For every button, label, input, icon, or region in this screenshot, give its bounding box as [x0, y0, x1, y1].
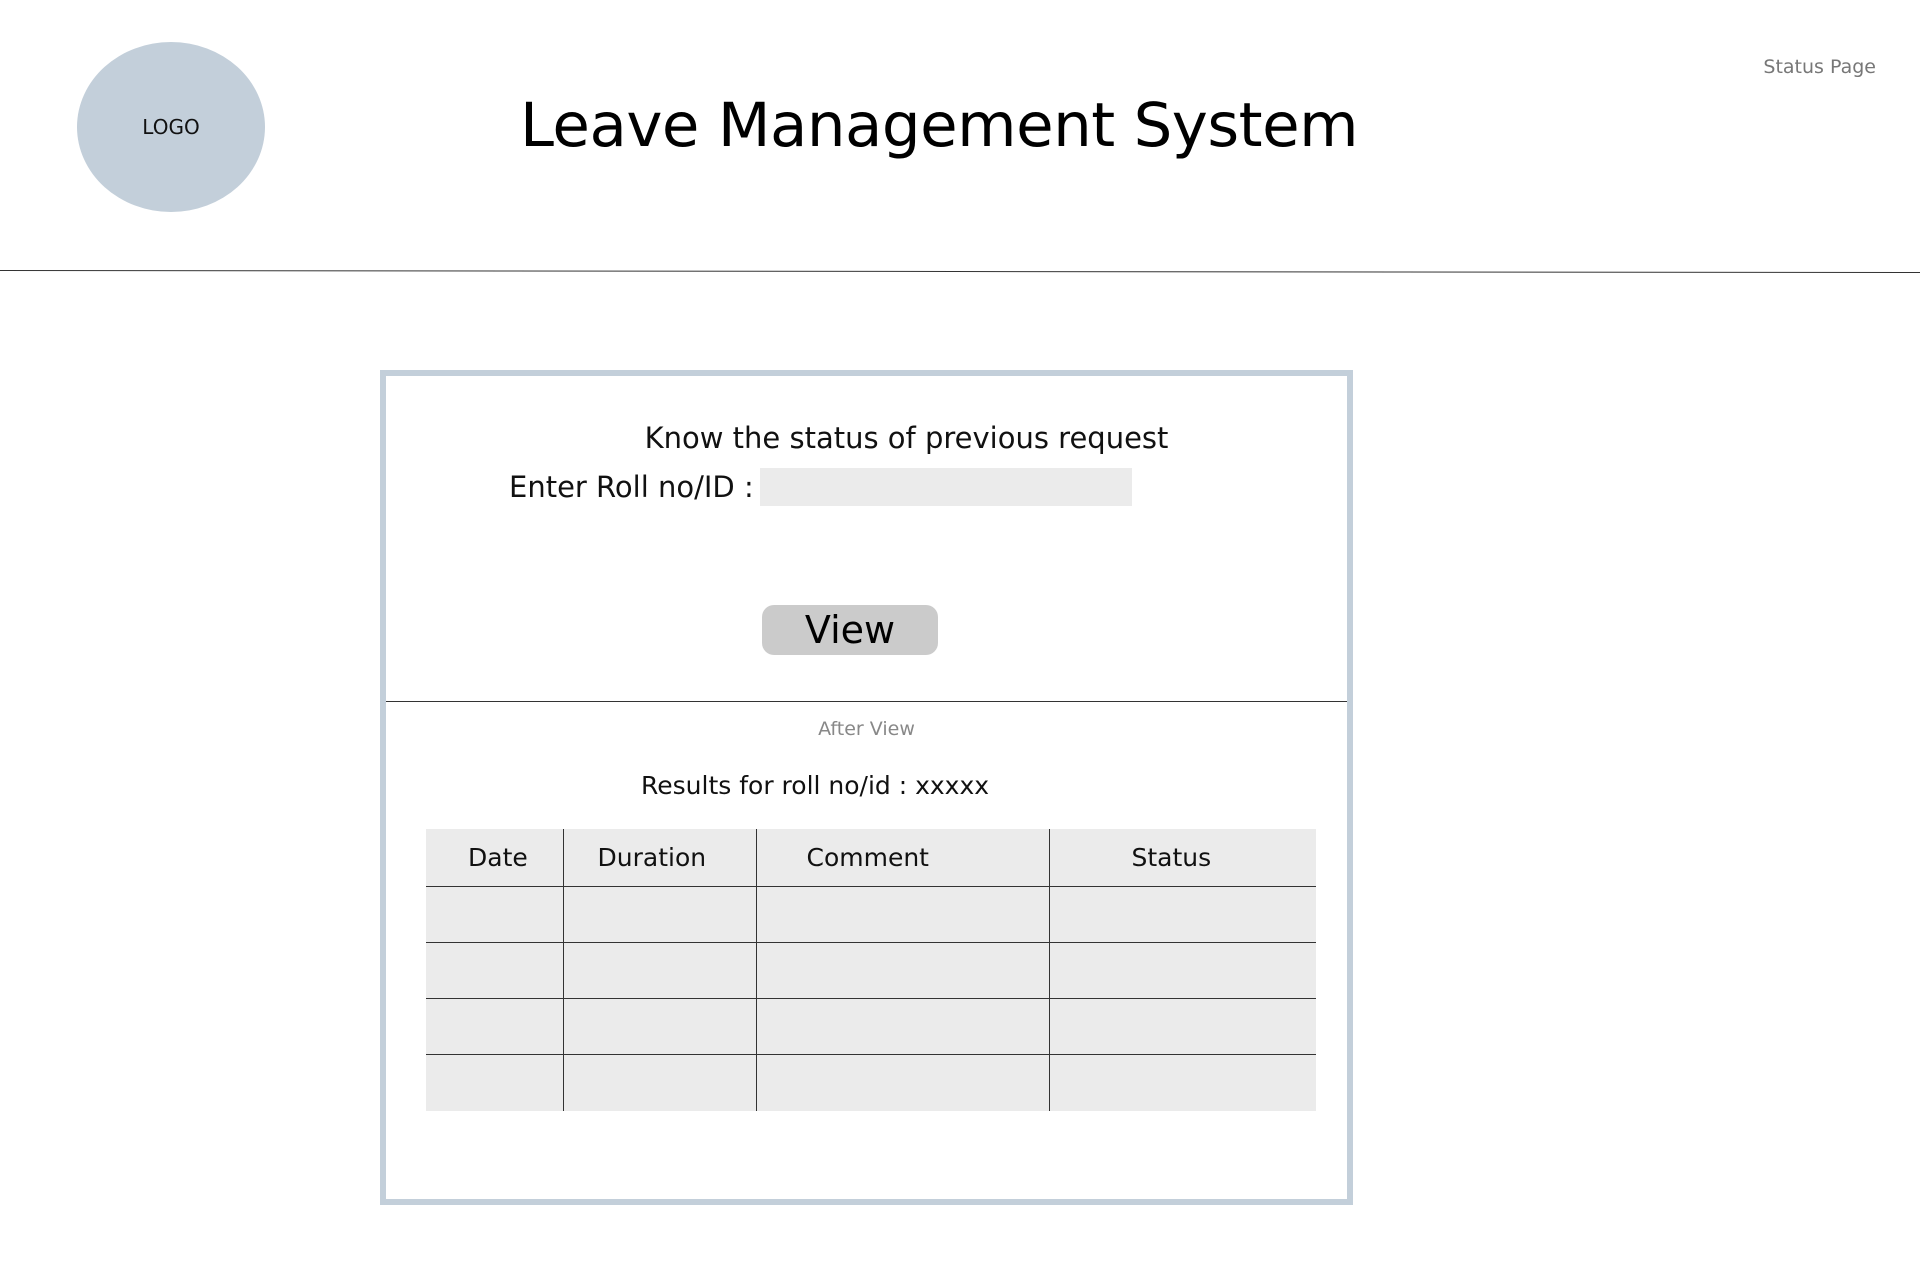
column-header-duration: Duration — [562, 829, 756, 887]
table-cell — [562, 1054, 756, 1111]
roll-input[interactable] — [759, 468, 1132, 506]
table-cell — [426, 942, 563, 999]
view-button[interactable]: View — [762, 605, 938, 655]
page-label: Status Page — [1763, 56, 1876, 78]
table-header-row: Date Duration Comment Status — [426, 829, 1316, 887]
table-row — [426, 1054, 1316, 1111]
logo-text: LOGO — [142, 115, 200, 139]
table-cell — [562, 998, 756, 1055]
roll-row: Enter Roll no/ID : — [509, 468, 1132, 506]
table-cell — [562, 942, 756, 999]
table-cell — [1048, 886, 1316, 943]
table-cell — [426, 998, 563, 1055]
status-panel: Know the status of previous request Ente… — [380, 370, 1353, 1205]
table-cell — [1048, 998, 1316, 1055]
table-row — [426, 942, 1316, 999]
after-view-label: After View — [818, 718, 915, 740]
table-cell — [755, 1054, 1049, 1111]
column-header-comment: Comment — [755, 829, 1049, 887]
logo: LOGO — [77, 42, 265, 212]
table-row — [426, 998, 1316, 1055]
results-label: Results for roll no/id : xxxxx — [641, 771, 990, 800]
column-header-date: Date — [426, 829, 563, 887]
panel-divider — [386, 701, 1347, 702]
table-cell — [1048, 942, 1316, 999]
column-header-status: Status — [1048, 829, 1316, 887]
app-title: Leave Management System — [520, 90, 1359, 161]
table-cell — [1048, 1054, 1316, 1111]
table-cell — [426, 886, 563, 943]
header-divider — [0, 270, 1920, 274]
roll-label: Enter Roll no/ID : — [509, 470, 754, 504]
status-table: Date Duration Comment Status — [426, 829, 1316, 1111]
table-cell — [755, 886, 1049, 943]
table-cell — [755, 998, 1049, 1055]
table-row — [426, 886, 1316, 943]
table-cell — [562, 886, 756, 943]
table-cell — [755, 942, 1049, 999]
table-cell — [426, 1054, 563, 1111]
panel-heading: Know the status of previous request — [644, 421, 1169, 455]
